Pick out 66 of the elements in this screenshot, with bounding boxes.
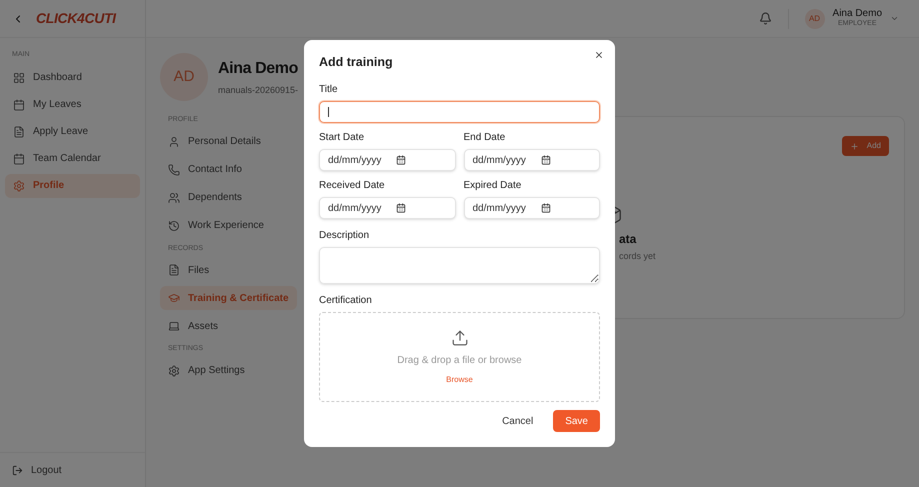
- people-icon: [168, 192, 180, 204]
- calendar-icon: [13, 98, 25, 110]
- upload-hint: Drag & drop a file or browse: [397, 354, 522, 368]
- upload-icon: [450, 328, 468, 347]
- document-icon: [13, 126, 25, 138]
- add-button[interactable]: Add: [842, 136, 889, 156]
- date-field[interactable]: dd/mm/yyyy: [464, 197, 600, 220]
- dialog-title: Add training: [319, 54, 393, 71]
- date-field[interactable]: dd/mm/yyyy: [464, 149, 600, 172]
- profile-nav-item[interactable]: App Settings: [160, 358, 297, 382]
- calendar-icon: [396, 155, 406, 166]
- gear-icon: [13, 180, 25, 192]
- close-icon[interactable]: [594, 50, 604, 60]
- description-field[interactable]: [319, 247, 600, 284]
- empty-title: ata: [619, 231, 636, 248]
- logout-button[interactable]: Logout: [12, 462, 62, 478]
- profile-nav-item[interactable]: Personal Details: [160, 130, 297, 154]
- phone-icon: [168, 164, 180, 176]
- profile-name: Aina Demo: [218, 58, 298, 79]
- profile-nav-item[interactable]: Files: [160, 258, 297, 282]
- calendar-icon: [540, 155, 550, 166]
- profile-nav-item[interactable]: Training & Certificate: [160, 286, 297, 310]
- field-label: Title: [319, 83, 338, 98]
- laptop-icon: [168, 320, 180, 332]
- date-field[interactable]: dd/mm/yyyy: [319, 197, 456, 220]
- sidebar-item[interactable]: Dashboard: [5, 66, 140, 90]
- calendar-icon: [13, 152, 25, 164]
- sidebar-item[interactable]: Team Calendar: [5, 146, 140, 170]
- profile-nav-item[interactable]: Work Experience: [160, 214, 297, 238]
- empty-text: cords yet: [619, 250, 656, 263]
- field-label: Expired Date: [464, 179, 522, 194]
- sidebar-item[interactable]: Profile: [5, 174, 140, 198]
- avatar: AD: [804, 8, 825, 28]
- profile-id: manuals-20260915-: [218, 84, 298, 97]
- sidebar-item[interactable]: My Leaves: [5, 92, 140, 116]
- browse-link[interactable]: Browse: [446, 374, 473, 386]
- title-field[interactable]: [319, 101, 600, 124]
- calendar-icon: [540, 203, 550, 214]
- upload-dropzone[interactable]: Drag & drop a file or browse Browse: [319, 312, 600, 402]
- profile-nav-item[interactable]: Contact Info: [160, 158, 297, 182]
- graduation-cap-icon: [168, 292, 180, 304]
- profile-avatar: AD: [160, 53, 208, 101]
- cancel-button[interactable]: Cancel: [494, 410, 542, 432]
- history-icon: [168, 220, 180, 232]
- field-label: Received Date: [319, 179, 385, 194]
- date-field[interactable]: dd/mm/yyyy: [319, 149, 456, 172]
- text-cursor: [328, 107, 329, 118]
- grid-icon: [13, 72, 25, 84]
- gear-icon: [168, 364, 180, 376]
- document-icon: [168, 264, 180, 276]
- profile-nav-item[interactable]: Dependents: [160, 186, 297, 210]
- logout-icon: [12, 464, 23, 476]
- save-button[interactable]: Save: [553, 410, 600, 432]
- bell-icon[interactable]: [758, 12, 772, 25]
- profile-nav-item[interactable]: Assets: [160, 314, 297, 338]
- user-name: Aina Demo: [832, 8, 882, 18]
- field-label: Description: [319, 229, 370, 244]
- sidebar-item[interactable]: Apply Leave: [5, 120, 140, 144]
- field-label: Start Date: [319, 131, 364, 146]
- logo: CLICK4CUTI: [36, 9, 116, 28]
- plus-icon: [850, 142, 859, 150]
- calendar-icon: [396, 203, 406, 214]
- chevron-down-icon: [890, 14, 899, 23]
- field-label: End Date: [464, 131, 506, 146]
- person-icon: [168, 136, 180, 148]
- field-label: Certification: [319, 294, 372, 308]
